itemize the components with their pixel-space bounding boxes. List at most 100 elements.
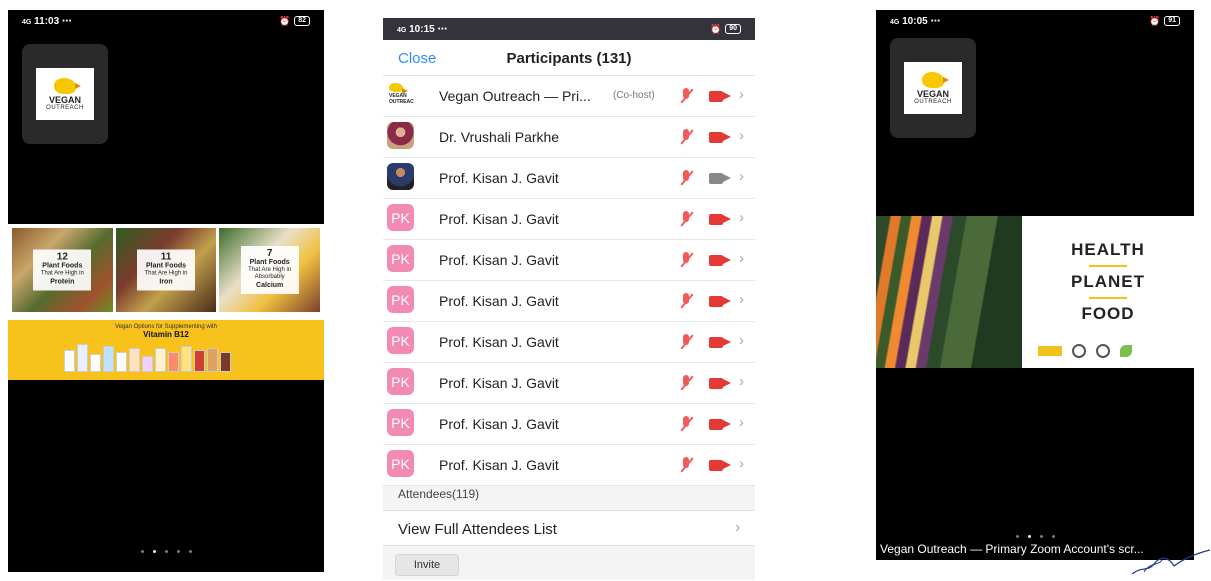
cohost-label: (Co-host) (613, 90, 655, 101)
avatar: PK (387, 204, 414, 231)
phone-screen-participants: 4G 10:15 ⋯ ⏰ 90 Close Participants (131) … (383, 18, 755, 580)
participant-list: VEGAN OUTREACH Vegan Outreach — Pri... (Co… (383, 76, 755, 486)
participant-name: Prof. Kisan J. Gavit (439, 170, 559, 186)
participant-row[interactable]: PK Prof. Kisan J. Gavit › (383, 363, 755, 404)
avatar: PK (387, 368, 414, 395)
participant-name: Prof. Kisan J. Gavit (439, 293, 559, 309)
battery-icon: 82 (294, 16, 310, 26)
avatar: PK (387, 450, 414, 477)
partner-logos (1038, 344, 1132, 358)
video-off-icon (709, 131, 731, 143)
status-time: 10:15 (409, 23, 435, 35)
participant-name: Dr. Vrushali Parkhe (439, 129, 560, 145)
participant-row[interactable]: PK Prof. Kisan J. Gavit › (383, 445, 755, 486)
battery-icon: 90 (725, 24, 741, 34)
supplement-bottles (64, 344, 231, 372)
alarm-icon: ⏰ (278, 15, 291, 26)
seal-icon (1096, 344, 1110, 358)
avatar: PK (387, 245, 414, 272)
vegan-outreach-logo: VEGAN OUTREACH (36, 68, 94, 120)
vegan-outreach-logo: VEGAN OUTREACH (904, 62, 962, 114)
video-off-icon (709, 459, 731, 471)
page-indicator[interactable] (8, 550, 324, 553)
status-bar: 4G 10:15 ⋯ ⏰ 90 (383, 18, 755, 40)
video-camera-icon (709, 172, 731, 184)
mic-muted-icon (679, 333, 693, 351)
participant-row[interactable]: PK Prof. Kisan J. Gavit › (383, 199, 755, 240)
mic-muted-icon (679, 374, 693, 392)
participant-name: Prof. Kisan J. Gavit (439, 211, 559, 227)
participant-name: Prof. Kisan J. Gavit (439, 416, 559, 432)
video-off-icon (709, 295, 731, 307)
mic-muted-icon (679, 251, 693, 269)
video-off-icon (709, 254, 731, 266)
participant-row[interactable]: PK Prof. Kisan J. Gavit › (383, 281, 755, 322)
food-card-iron: 11 Plant Foods That Are High in Iron (115, 228, 217, 312)
chevron-right-icon: › (739, 209, 744, 226)
video-off-icon (709, 213, 731, 225)
vegetables-photo (876, 216, 1022, 368)
food-infographic-row: 12 Plant Foods That Are High in Protein 11 P… (12, 228, 321, 312)
avatar: PK (387, 327, 414, 354)
chevron-right-icon: › (739, 250, 744, 267)
video-off-icon (709, 90, 731, 102)
battery-icon: 91 (1164, 16, 1180, 26)
participant-row[interactable]: Prof. Kisan J. Gavit › (383, 158, 755, 199)
avatar: PK (387, 286, 414, 313)
participant-row[interactable]: Dr. Vrushali Parkhe › (383, 117, 755, 158)
participant-name: Prof. Kisan J. Gavit (439, 334, 559, 350)
attendees-label: Attendees(119) (398, 487, 480, 501)
participant-row[interactable]: VEGAN OUTREACH Vegan Outreach — Pri... (Co… (383, 76, 755, 117)
food-card-protein: 12 Plant Foods That Are High in Protein (12, 228, 113, 312)
avatar: VEGAN OUTREACH (387, 81, 414, 108)
video-off-icon (709, 418, 731, 430)
signal-icon: 4G (22, 18, 32, 26)
invite-button[interactable]: Invite (395, 554, 459, 576)
shared-screen-content: 12 Plant Foods That Are High in Protein 11 P… (8, 224, 324, 380)
status-bar: 4G 11:03 ⋯ ⏰ 82 (8, 10, 324, 32)
video-tile-vegan-outreach[interactable]: VEGAN OUTREACH (890, 38, 976, 138)
b12-banner: Vegan Options for Supplementing with Vit… (8, 320, 324, 380)
status-bar: 4G 10:05 ⋯ ⏰ 91 (876, 10, 1194, 32)
chevron-right-icon: › (739, 373, 744, 390)
participants-title: Participants (131) (506, 50, 632, 67)
view-full-attendees-button[interactable]: View Full Attendees List › (383, 510, 755, 546)
avatar (387, 122, 414, 149)
chevron-right-icon: › (739, 455, 744, 472)
mic-muted-icon (679, 169, 693, 187)
green-leaf-icon (1120, 345, 1132, 357)
alarm-icon: ⏰ (709, 23, 722, 34)
participant-row[interactable]: PK Prof. Kisan J. Gavit › (383, 240, 755, 281)
bird-icon (54, 77, 81, 94)
mic-muted-icon (679, 210, 693, 228)
status-time: 10:05 (902, 15, 928, 27)
status-time: 11:03 (34, 15, 60, 27)
phone-screen-share: 4G 10:05 ⋯ ⏰ 91 VEGAN OUTREACH HEALTH PLA… (876, 10, 1194, 560)
chevron-right-icon: › (739, 168, 744, 185)
participant-row[interactable]: PK Prof. Kisan J. Gavit › (383, 404, 755, 445)
mic-muted-icon (679, 87, 693, 105)
participants-header: Close Participants (131) (383, 40, 755, 76)
food-card-calcium: 7 Plant Foods That Are High in Absorbably C… (219, 228, 321, 312)
video-off-icon (709, 336, 731, 348)
shared-screen-content: HEALTH PLANET FOOD (876, 216, 1194, 368)
mic-muted-icon (679, 128, 693, 146)
bird-icon (922, 71, 949, 88)
vegan-outreach-mini-logo (1038, 346, 1062, 356)
health-planet-food-slide: HEALTH PLANET FOOD (1022, 216, 1194, 368)
signal-icon: 4G (890, 18, 900, 26)
video-tile-vegan-outreach[interactable]: VEGAN OUTREACH (22, 44, 108, 144)
participant-row[interactable]: PK Prof. Kisan J. Gavit › (383, 322, 755, 363)
chevron-right-icon: › (735, 519, 741, 536)
avatar (387, 163, 414, 190)
seal-icon (1072, 344, 1086, 358)
alarm-icon: ⏰ (1148, 15, 1161, 26)
participant-name: Prof. Kisan J. Gavit (439, 375, 559, 391)
chevron-right-icon: › (739, 332, 744, 349)
mic-muted-icon (679, 456, 693, 474)
chevron-right-icon: › (739, 291, 744, 308)
mic-muted-icon (679, 292, 693, 310)
signal-icon: 4G (397, 26, 407, 34)
bird-icon (389, 83, 408, 94)
participant-name: Prof. Kisan J. Gavit (439, 457, 559, 473)
